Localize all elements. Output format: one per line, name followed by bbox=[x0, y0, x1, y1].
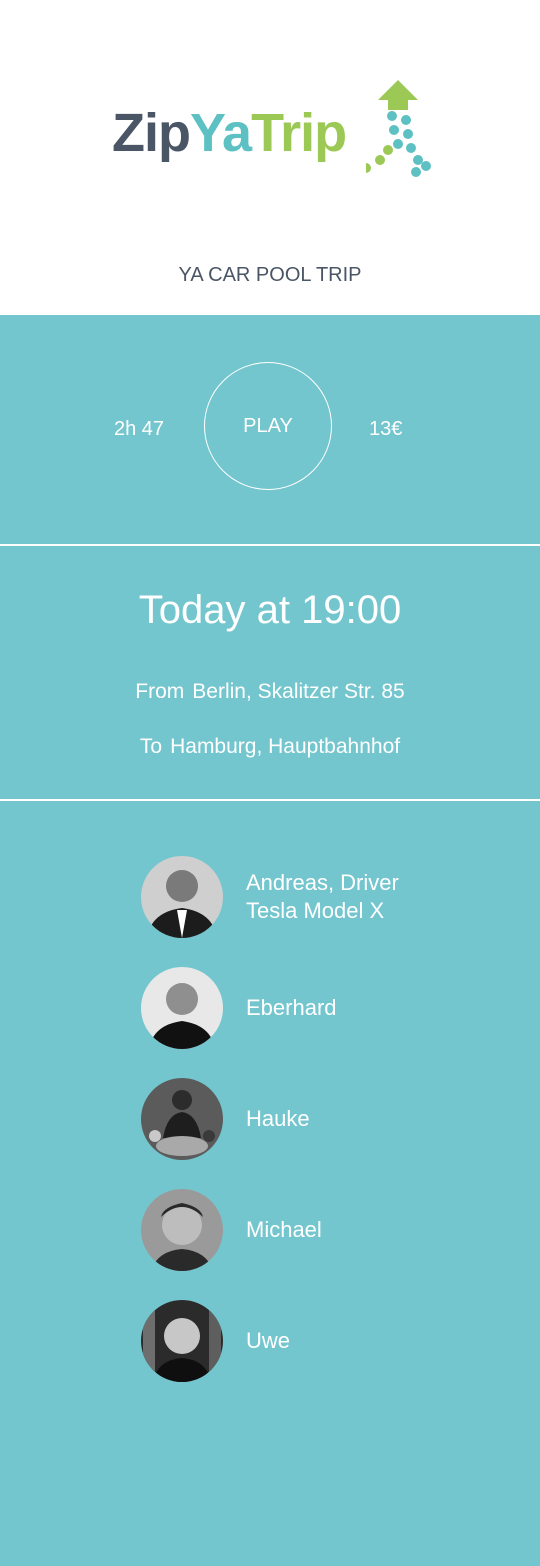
departure-time: Today at 19:00 bbox=[138, 588, 402, 632]
to-label: To bbox=[139, 735, 163, 758]
trip-panel: 2h 47 PLAY 13€ Today at 19:00 From Berlin… bbox=[0, 315, 540, 1566]
passenger-row[interactable]: Michael bbox=[141, 1189, 481, 1271]
passenger-name: Hauke bbox=[246, 1106, 310, 1131]
from-location: Berlin, Skalitzer Str. 85 bbox=[192, 680, 405, 703]
avatar bbox=[141, 1300, 223, 1382]
divider bbox=[0, 799, 540, 801]
trip-duration: 2h 47 bbox=[114, 418, 165, 440]
route-to: To Hamburg, Hauptbahnhof bbox=[0, 735, 540, 759]
to-location: Hamburg, Hauptbahnhof bbox=[170, 735, 401, 758]
avatar bbox=[141, 856, 223, 938]
avatar bbox=[141, 1189, 223, 1271]
passenger-row[interactable]: Hauke bbox=[141, 1078, 481, 1160]
logo-wordmark: ZipYaTrip bbox=[112, 102, 347, 164]
avatar bbox=[141, 967, 223, 1049]
passenger-name: Eberhard bbox=[246, 995, 337, 1020]
logo-trip: Trip bbox=[251, 103, 347, 163]
player-bar: 2h 47 PLAY 13€ bbox=[0, 315, 540, 544]
passenger-row[interactable]: Eberhard bbox=[141, 967, 481, 1049]
trip-price: 13€ bbox=[369, 418, 403, 440]
passenger-name: Michael bbox=[246, 1217, 322, 1242]
header: ZipYaTrip YA CAR POOL TRIP bbox=[0, 0, 540, 315]
passenger-name: Uwe bbox=[246, 1328, 291, 1353]
avatar bbox=[141, 1078, 223, 1160]
logo-ya: Ya bbox=[189, 103, 252, 163]
page-subtitle: YA CAR POOL TRIP bbox=[178, 264, 362, 286]
trip-details: Today at 19:00 From Berlin, Skalitzer Str… bbox=[0, 546, 540, 799]
passenger-name: Andreas, Driver bbox=[246, 870, 399, 895]
passenger-row[interactable]: Uwe bbox=[141, 1300, 481, 1382]
from-label: From bbox=[135, 680, 185, 703]
logo-zip: Zip bbox=[112, 103, 191, 163]
arrow-garland-icon bbox=[366, 80, 431, 177]
zipyatrip-logo: ZipYaTrip bbox=[112, 80, 432, 192]
play-button[interactable]: PLAY bbox=[204, 362, 332, 490]
passenger-row[interactable]: Andreas, Driver Tesla Model X bbox=[141, 856, 481, 938]
car-model: Tesla Model X bbox=[246, 898, 385, 923]
route-from: From Berlin, Skalitzer Str. 85 bbox=[0, 680, 540, 704]
